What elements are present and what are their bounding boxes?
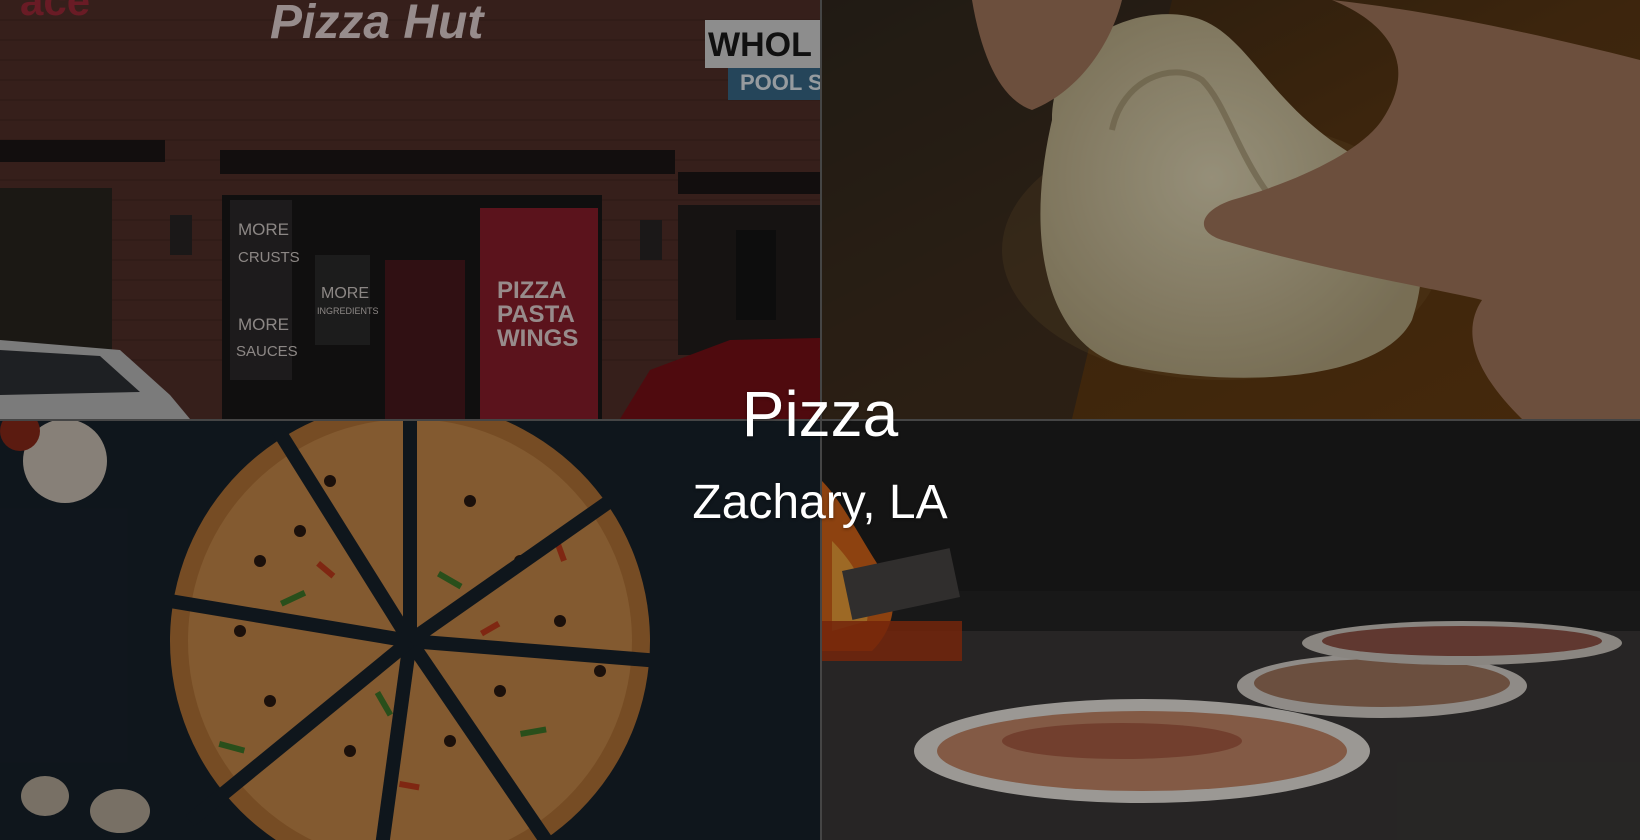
storefront-photo: ace Pizza Hut WHOL POOL S MORE CRUSTS MO… bbox=[0, 0, 820, 419]
neighbor-sign-bottom: POOL S bbox=[740, 70, 820, 95]
poster-1-line-2: CRUSTS bbox=[238, 249, 300, 266]
poster-3-line-2: PASTA bbox=[497, 301, 575, 328]
poster-1-line-4: SAUCES bbox=[236, 343, 298, 360]
pizza-hut-sign: Pizza Hut bbox=[270, 0, 485, 49]
page-title: Pizza bbox=[741, 378, 899, 450]
left-sign-text: ace bbox=[20, 0, 90, 24]
neighbor-sign-top: WHOL bbox=[708, 26, 812, 64]
poster-2-line-2: INGREDIENTS bbox=[317, 306, 379, 316]
poster-3-line-1: PIZZA bbox=[497, 277, 566, 304]
poster-3-line-3: WINGS bbox=[497, 325, 578, 352]
dough-photo bbox=[822, 0, 1640, 419]
location-subtitle: Zachary, LA bbox=[692, 476, 948, 529]
poster-1-line-1: MORE bbox=[238, 220, 289, 239]
poster-1-line-3: MORE bbox=[238, 315, 289, 334]
poster-2-line-1: MORE bbox=[321, 285, 369, 302]
